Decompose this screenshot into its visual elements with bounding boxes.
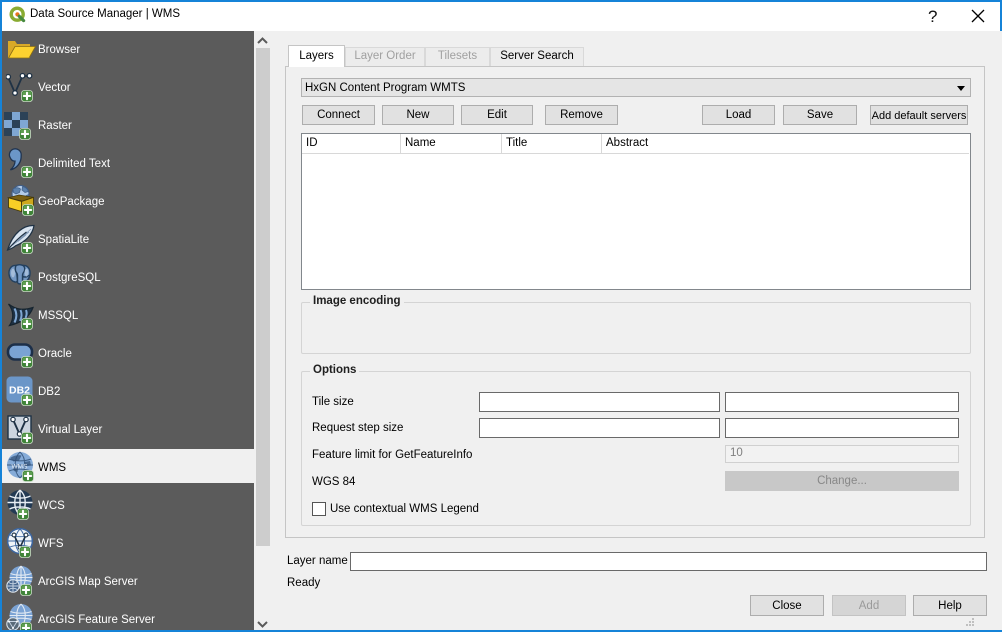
svg-text:WMS: WMS [12,464,29,471]
